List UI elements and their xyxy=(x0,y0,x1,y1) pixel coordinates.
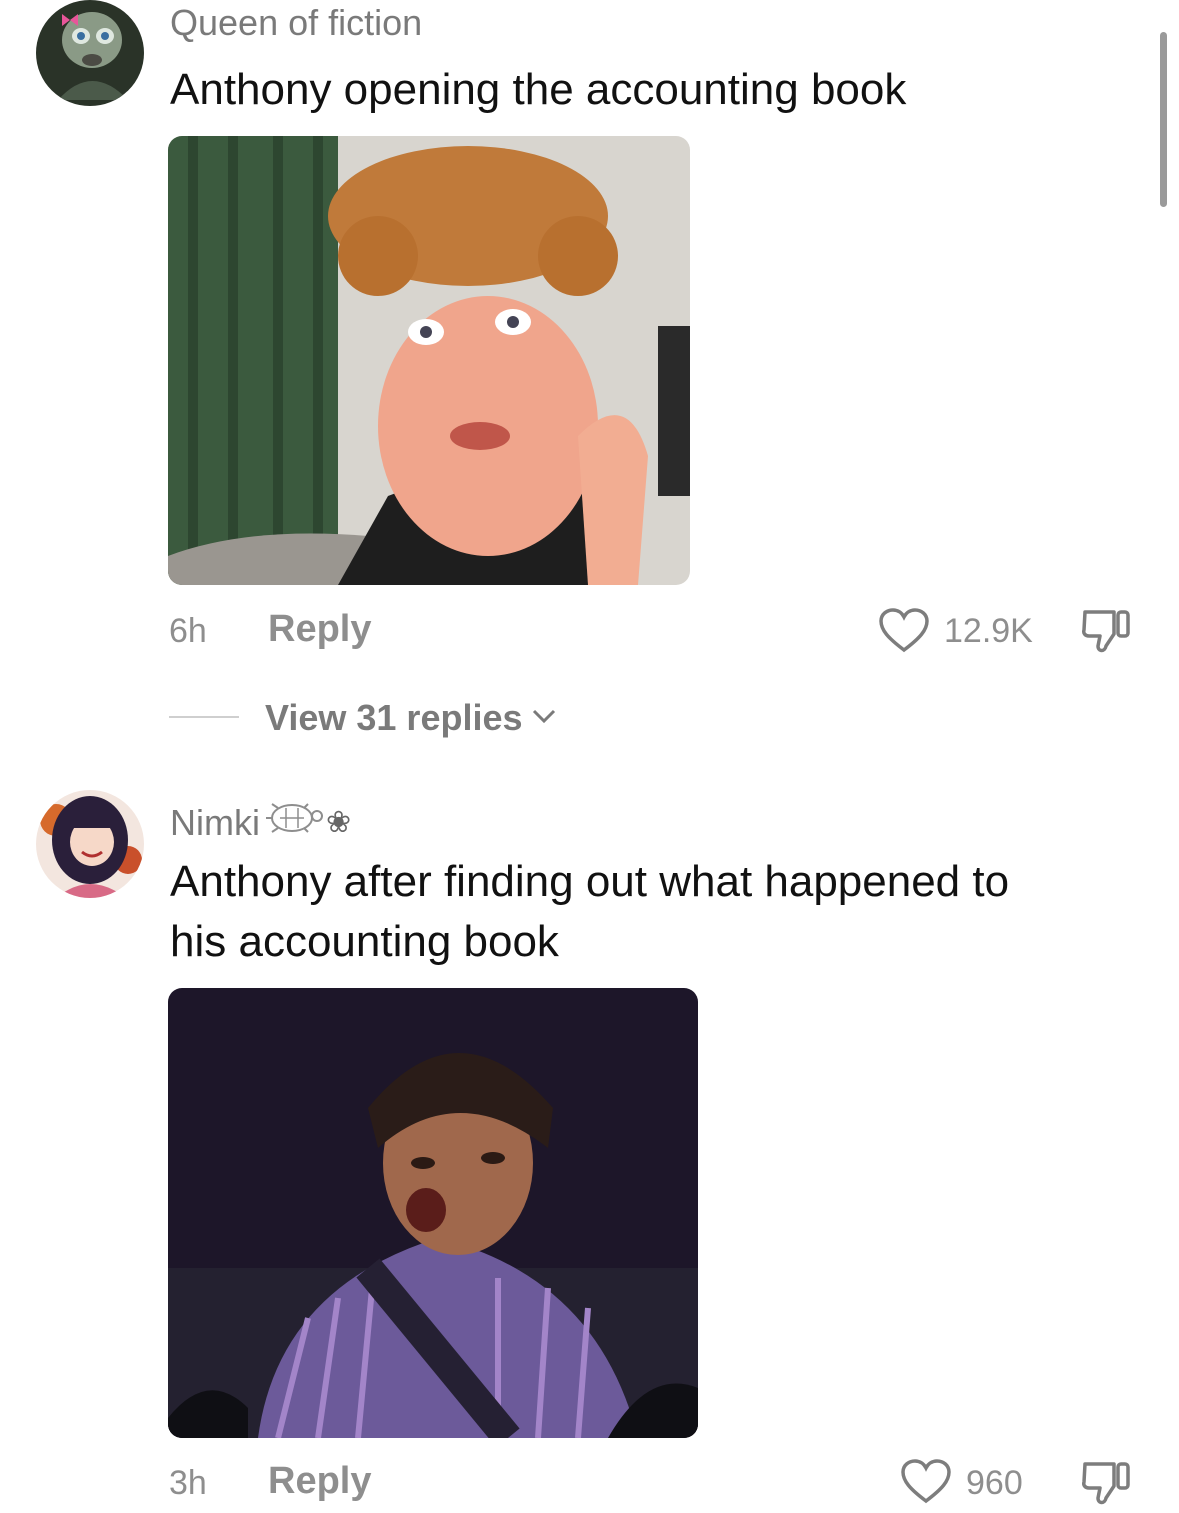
view-replies-label: View 31 replies xyxy=(265,697,523,738)
username[interactable]: Nimki ❀ xyxy=(170,796,351,849)
comment-text: Anthony opening the accounting book xyxy=(170,65,907,114)
comment-image[interactable] xyxy=(168,988,698,1438)
comment-text-line-1: Anthony after finding out what happened … xyxy=(170,857,1010,906)
reply-button[interactable]: Reply xyxy=(268,1460,371,1503)
flower-icon: ❀ xyxy=(325,806,352,839)
scrollbar[interactable] xyxy=(1160,32,1167,207)
reply-button[interactable]: Reply xyxy=(268,608,371,651)
comment-time: 6h xyxy=(169,612,207,650)
comment-image[interactable] xyxy=(168,136,690,585)
comment-time: 3h xyxy=(169,1464,207,1502)
replies-divider xyxy=(169,716,239,718)
dislike-icon[interactable] xyxy=(1080,1458,1134,1508)
turtle-icon xyxy=(262,796,324,849)
like-count: 960 xyxy=(966,1464,1023,1502)
view-replies-button[interactable]: View 31 replies xyxy=(265,696,557,740)
like-count: 12.9K xyxy=(944,612,1033,650)
avatar[interactable] xyxy=(36,0,144,106)
chevron-down-icon xyxy=(531,707,557,730)
comment-text-line-2: his accounting book xyxy=(170,917,559,966)
dislike-icon[interactable] xyxy=(1080,606,1134,656)
avatar[interactable] xyxy=(36,790,144,898)
username[interactable]: Queen of fiction xyxy=(170,2,422,44)
username-label: Nimki xyxy=(170,801,260,843)
heart-icon[interactable] xyxy=(878,608,930,654)
heart-icon[interactable] xyxy=(900,1459,952,1505)
